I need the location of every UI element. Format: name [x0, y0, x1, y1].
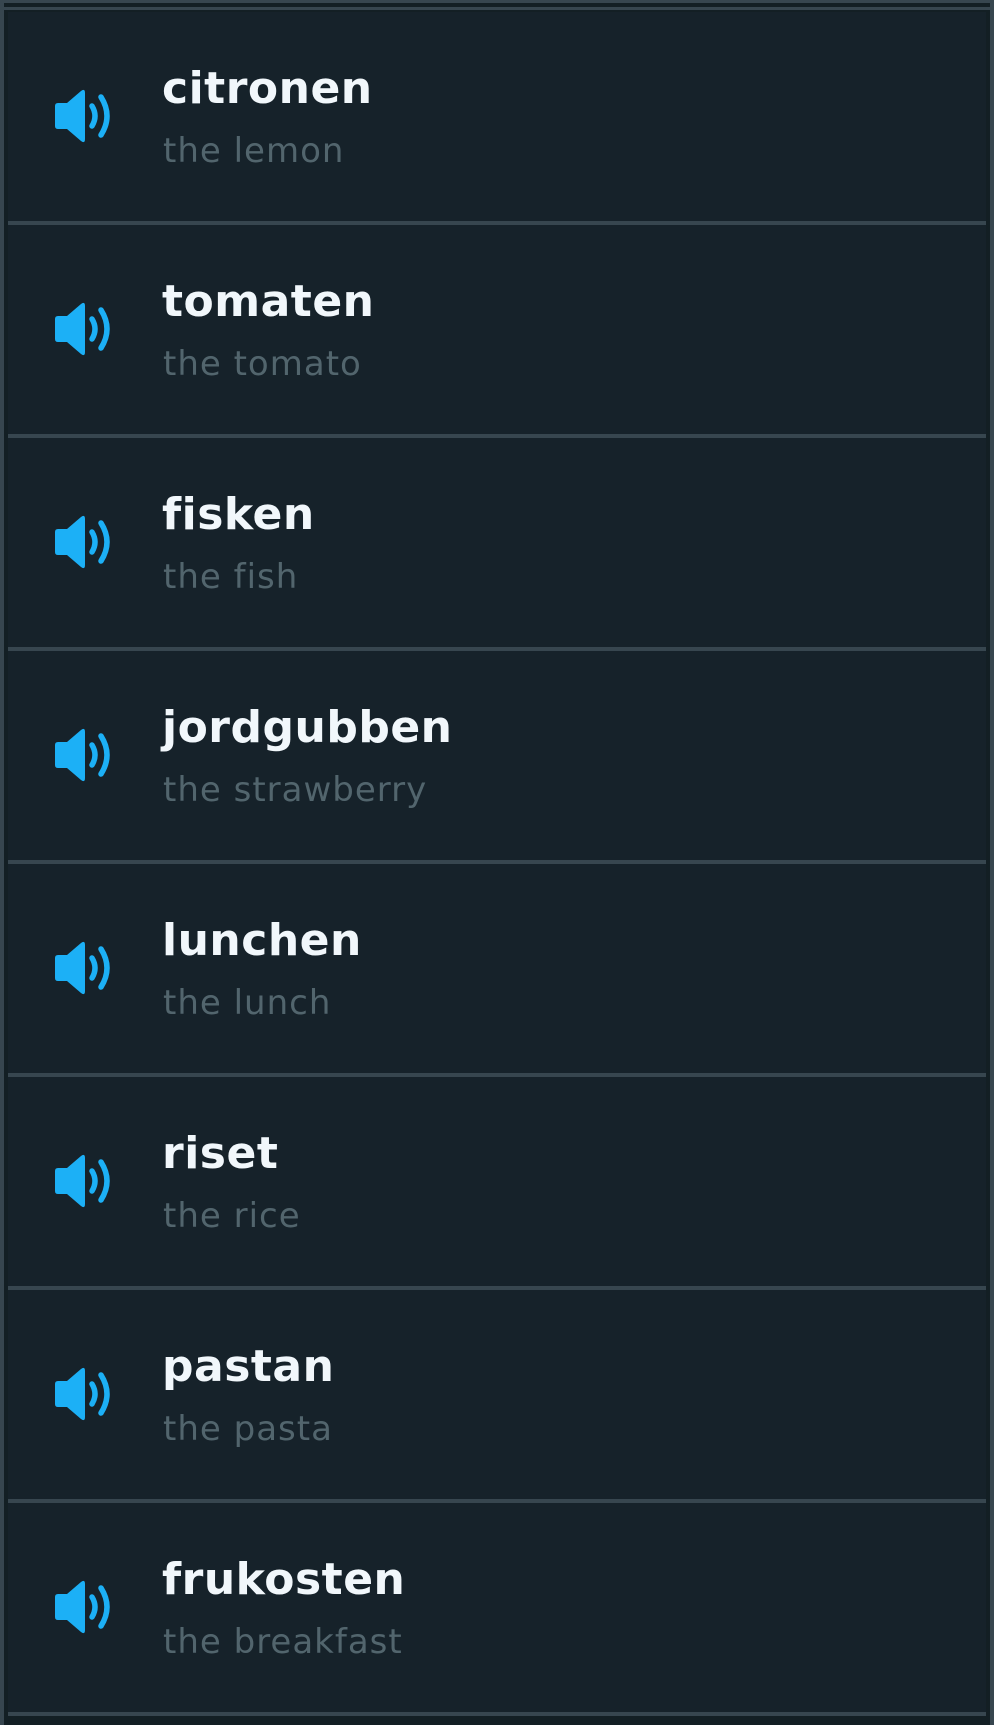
list-item: riset the rice — [8, 1077, 986, 1286]
vocabulary-list: citronen the lemon tomaten the tomato fisken… — [0, 0, 994, 1725]
translation-text: the pasta — [163, 1409, 333, 1449]
speaker-icon[interactable] — [47, 936, 123, 1000]
word-text: riset — [162, 1128, 279, 1179]
word-text: jordgubben — [162, 702, 453, 753]
word-text: lunchen — [162, 915, 362, 966]
word-text: citronen — [162, 63, 373, 114]
list-item: tomaten the tomato — [8, 225, 986, 434]
list-item: lunchen the lunch — [8, 864, 986, 1073]
word-text: fisken — [162, 489, 315, 540]
speaker-icon[interactable] — [47, 84, 123, 148]
translation-text: the breakfast — [163, 1622, 403, 1662]
translation-text: the fish — [163, 557, 299, 597]
speaker-icon[interactable] — [47, 297, 123, 361]
word-text: tomaten — [162, 276, 375, 327]
list-item: citronen the lemon — [8, 12, 986, 221]
list-item: fisken the fish — [8, 438, 986, 647]
word-text: frukosten — [162, 1554, 406, 1605]
speaker-icon[interactable] — [47, 723, 123, 787]
list-item: jordgubben the strawberry — [8, 651, 986, 860]
speaker-icon[interactable] — [47, 1575, 123, 1639]
speaker-icon[interactable] — [47, 1149, 123, 1213]
row-divider — [8, 1712, 986, 1716]
translation-text: the lemon — [163, 131, 345, 171]
speaker-icon[interactable] — [47, 1362, 123, 1426]
speaker-icon[interactable] — [47, 510, 123, 574]
list-item: pastan the pasta — [8, 1290, 986, 1499]
top-border — [4, 7, 990, 10]
translation-text: the lunch — [163, 983, 332, 1023]
translation-text: the rice — [163, 1196, 301, 1236]
translation-text: the strawberry — [163, 770, 428, 810]
translation-text: the tomato — [163, 344, 362, 384]
word-text: pastan — [162, 1341, 335, 1392]
list-item: frukosten the breakfast — [8, 1503, 986, 1712]
